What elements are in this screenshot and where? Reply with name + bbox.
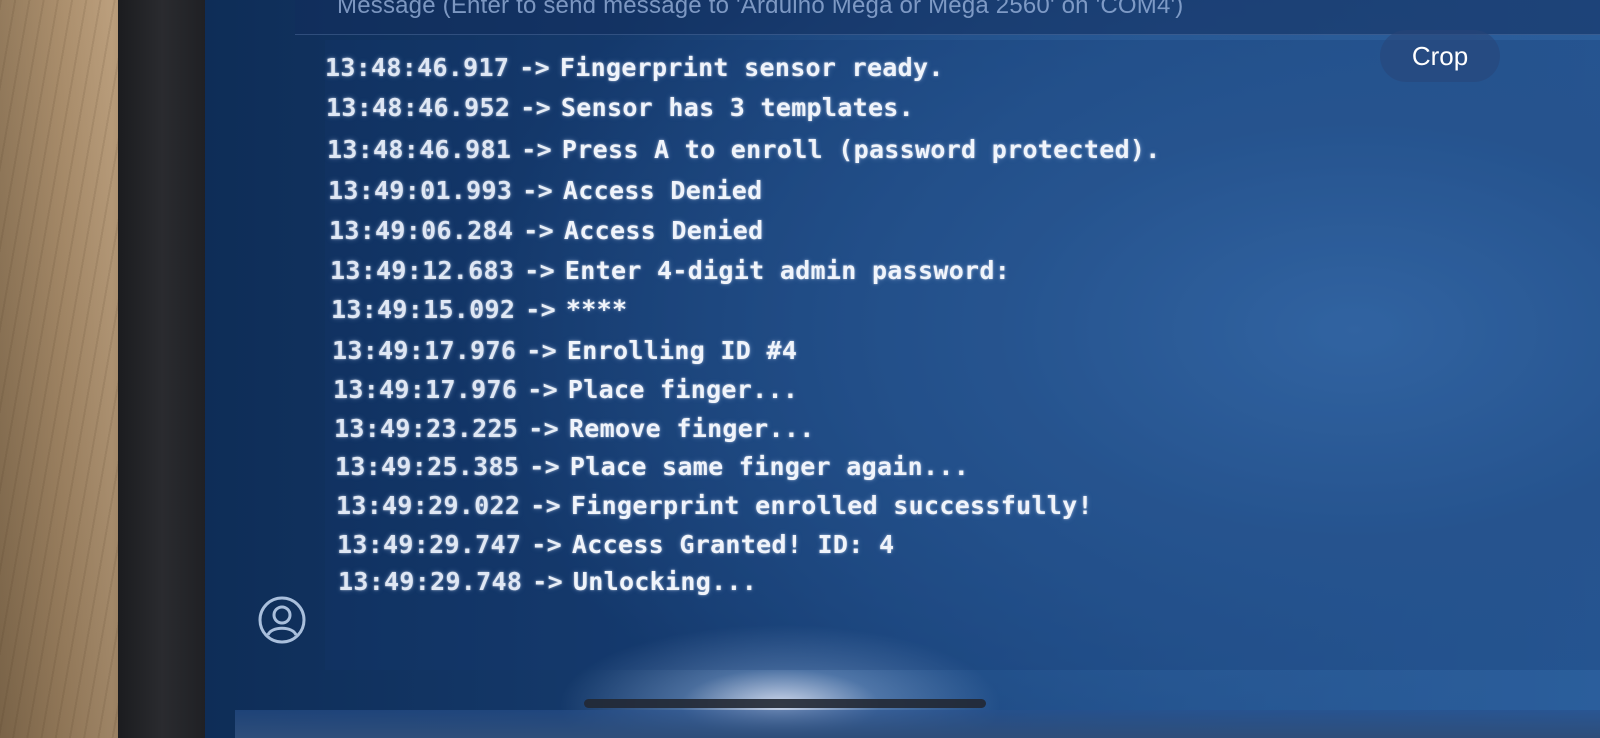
line-timestamp: 13:48:46.952 <box>326 93 511 122</box>
line-message: **** <box>565 295 628 324</box>
line-message: Press A to enroll (password protected). <box>561 135 1161 164</box>
laptop-screen: Message (Enter to send message to 'Ardui… <box>205 0 1600 738</box>
serial-line: 13:48:46.952 -> Sensor has 3 templates. <box>326 93 914 122</box>
line-message: Access Denied <box>562 176 763 205</box>
serial-monitor-output: 13:48:46.917 -> Fingerprint sensor ready. … <box>325 40 1600 670</box>
line-message: Sensor has 3 templates. <box>560 93 915 122</box>
line-timestamp: 13:48:46.917 <box>325 53 510 82</box>
line-message: Place same finger again... <box>569 452 970 481</box>
serial-line: 13:49:12.683 -> Enter 4-digit admin passwo… <box>330 256 1010 285</box>
line-arrow: -> <box>530 491 561 520</box>
serial-message-placeholder: Message (Enter to send message to 'Ardui… <box>337 0 1184 19</box>
line-arrow: -> <box>520 93 551 122</box>
serial-line: 13:49:17.976 -> Place finger... <box>333 375 798 404</box>
line-arrow: -> <box>531 530 562 559</box>
line-arrow: -> <box>524 256 555 285</box>
line-message: Enter 4-digit admin password: <box>564 256 1011 285</box>
account-circle-icon[interactable] <box>257 595 307 645</box>
line-arrow: -> <box>526 336 557 365</box>
line-message: Access Denied <box>563 216 764 245</box>
line-timestamp: 13:49:01.993 <box>328 176 513 205</box>
line-timestamp: 13:49:15.092 <box>331 295 516 324</box>
line-message: Remove finger... <box>568 414 815 443</box>
line-arrow: -> <box>525 295 556 324</box>
line-timestamp: 13:49:12.683 <box>330 256 515 285</box>
line-message: Place finger... <box>567 375 799 404</box>
line-message: Fingerprint enrolled successfully! <box>570 491 1093 520</box>
screen-bottom-edge <box>235 710 1600 738</box>
serial-line: 13:49:06.284 -> Access Denied <box>329 216 764 245</box>
line-timestamp: 13:49:23.225 <box>334 414 519 443</box>
line-timestamp: 13:49:06.284 <box>329 216 514 245</box>
serial-line: 13:49:29.022 -> Fingerprint enrolled succe… <box>336 491 1093 520</box>
line-arrow: -> <box>527 375 558 404</box>
line-message: Unlocking... <box>572 567 758 596</box>
line-timestamp: 13:49:29.748 <box>338 567 523 596</box>
serial-line: 13:49:29.747 -> Access Granted! ID: 4 <box>337 530 894 559</box>
serial-line: 13:49:25.385 -> Place same finger again... <box>335 452 969 481</box>
crop-button[interactable]: Crop <box>1380 30 1500 82</box>
line-message: Enrolling ID #4 <box>566 336 798 365</box>
line-message: Access Granted! ID: 4 <box>571 530 895 559</box>
line-timestamp: 13:49:17.976 <box>333 375 518 404</box>
line-arrow: -> <box>532 567 563 596</box>
line-arrow: -> <box>519 53 550 82</box>
line-timestamp: 13:49:29.747 <box>337 530 522 559</box>
line-timestamp: 13:49:17.976 <box>332 336 517 365</box>
serial-line: 13:49:17.976 -> Enrolling ID #4 <box>332 336 797 365</box>
line-timestamp: 13:48:46.981 <box>327 135 512 164</box>
line-arrow: -> <box>521 135 552 164</box>
line-message: Fingerprint sensor ready. <box>559 53 944 82</box>
line-timestamp: 13:49:29.022 <box>336 491 521 520</box>
line-arrow: -> <box>523 216 554 245</box>
photo-stage: Message (Enter to send message to 'Ardui… <box>0 0 1600 738</box>
serial-line: 13:49:15.092 -> **** <box>331 295 627 324</box>
serial-line: 13:49:23.225 -> Remove finger... <box>334 414 815 443</box>
line-arrow: -> <box>528 414 559 443</box>
home-indicator-bar[interactable] <box>584 699 986 708</box>
serial-line: 13:48:46.981 -> Press A to enroll (passwor… <box>327 135 1161 164</box>
line-arrow: -> <box>529 452 560 481</box>
serial-line: 13:49:01.993 -> Access Denied <box>328 176 763 205</box>
serial-line: 13:48:46.917 -> Fingerprint sensor ready. <box>325 53 944 82</box>
line-arrow: -> <box>522 176 553 205</box>
serial-line: 13:49:29.748 -> Unlocking... <box>338 567 757 596</box>
line-timestamp: 13:49:25.385 <box>335 452 520 481</box>
